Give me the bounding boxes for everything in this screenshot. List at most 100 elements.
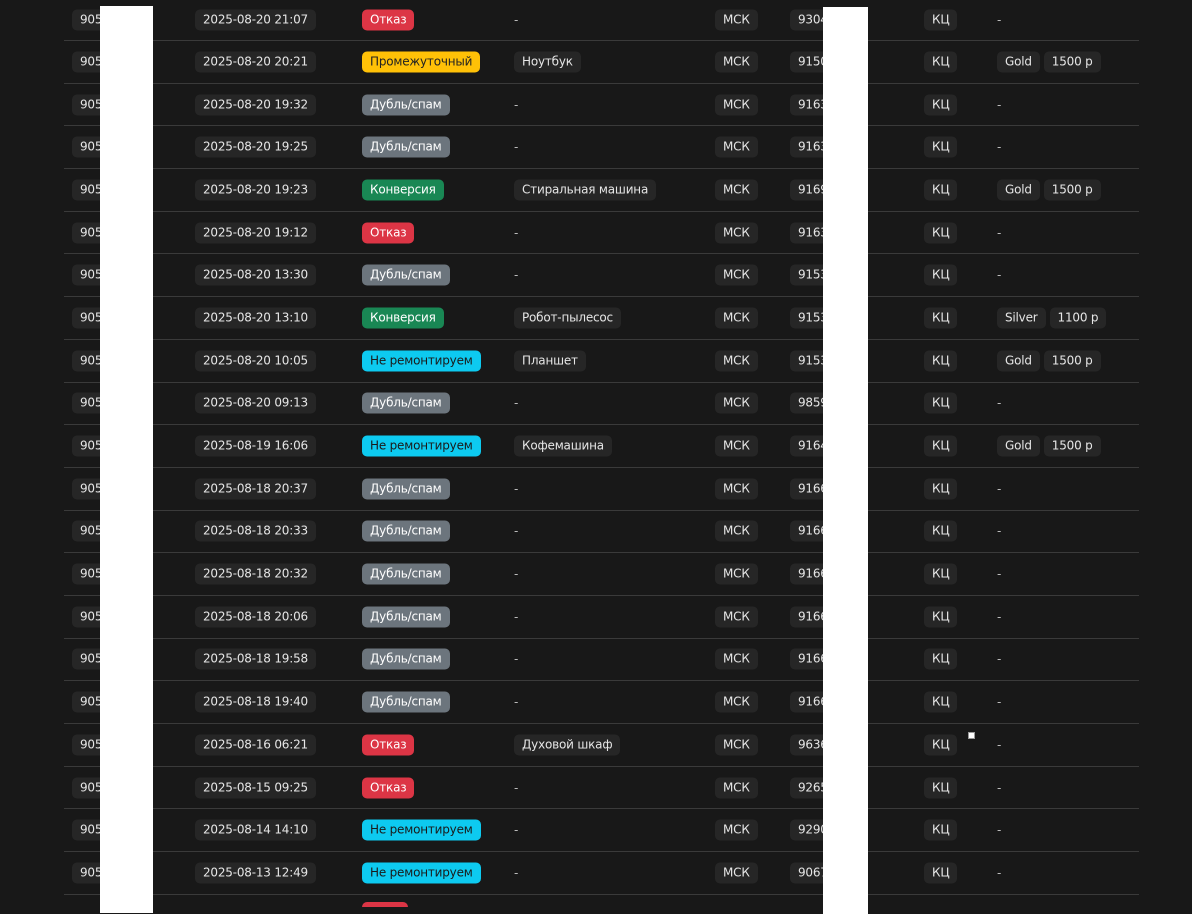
tariff-price: 1500 р: [1043, 51, 1101, 73]
tariff-empty: -: [997, 865, 1002, 880]
source-cell: КЦ: [924, 51, 958, 73]
status-cell: Дубль/спам: [362, 563, 450, 585]
table-row[interactable]: 905 2025-08-20 09:13 Дубль/спам - МСК 9859 КЦ -: [64, 383, 1139, 426]
tariff-price: 1100 р: [1049, 307, 1107, 329]
tariff-badge: Gold: [997, 435, 1040, 457]
tariff-empty: -: [997, 97, 1002, 112]
table-row[interactable]: 905 2025-08-20 13:30 Дубль/спам - МСК 9153 КЦ -: [64, 254, 1139, 298]
device-empty: -: [514, 609, 519, 624]
tariff-cell: Gold 1500 р: [997, 435, 1101, 457]
city-cell: МСК: [715, 819, 758, 841]
table-row[interactable]: 905 2025-08-18 20:37 Дубль/спам - МСК 9166 КЦ -: [64, 468, 1139, 511]
status-cell: Не ремонтируем: [362, 862, 481, 884]
date-cell: 2025-08-20 19:25: [195, 136, 316, 158]
table-row[interactable]: 905 2025-08-20 19:25 Дубль/спам - МСК 9163 КЦ -: [64, 126, 1139, 170]
source-cell: КЦ: [924, 563, 958, 585]
date-cell: 2025-08-18 20:37: [195, 478, 316, 500]
status-badge[interactable]: Не ремонтируем: [362, 819, 481, 841]
device-empty: -: [514, 97, 519, 112]
status-badge[interactable]: Дубль/спам: [362, 520, 450, 542]
device-empty: -: [514, 225, 519, 240]
table-row[interactable]: 905 2025-08-19 16:06 Не ремонтируем Кофемаш…: [64, 425, 1139, 468]
tariff-cell: Gold 1500 р: [997, 51, 1101, 73]
status-badge[interactable]: Отказ: [362, 734, 415, 756]
tariff-badge: Gold: [997, 179, 1040, 201]
table-row[interactable]: 905 2025-08-18 20:32 Дубль/спам - МСК 9166 КЦ -: [64, 553, 1139, 596]
status-badge[interactable]: Отказ: [362, 222, 415, 244]
tariff-badge: Gold: [997, 350, 1040, 372]
city-cell: МСК: [715, 435, 758, 457]
source-cell: КЦ: [924, 819, 958, 841]
lead-date: 2025-08-19 16:06: [195, 435, 316, 457]
lead-date: 2025-08-20 19:12: [195, 222, 316, 244]
table-row[interactable]: 905 2025-08-20 20:21 Промежуточный Ноутбук М…: [64, 41, 1139, 84]
lead-date: 2025-08-20 13:10: [195, 307, 316, 329]
city-badge: МСК: [715, 435, 758, 457]
city-badge: МСК: [715, 392, 758, 414]
date-cell: 2025-08-15 09:25: [195, 777, 316, 799]
city-badge: МСК: [715, 862, 758, 884]
table-row[interactable]: 905 2025-08-20 21:07 Отказ - МСК 9304 КЦ -: [64, 0, 1139, 41]
date-cell: 2025-08-20 20:21: [195, 51, 316, 73]
status-cell: Отказ: [362, 777, 415, 799]
city-cell: МСК: [715, 520, 758, 542]
source-cell: КЦ: [924, 264, 958, 286]
source-cell: КЦ: [924, 94, 958, 116]
device-empty: -: [514, 567, 519, 582]
status-badge[interactable]: Дубль/спам: [362, 648, 450, 670]
table-row[interactable]: 905 2025-08-14 14:10 Не ремонтируем - МСК 929…: [64, 809, 1139, 853]
status-badge[interactable]: Дубль/спам: [362, 264, 450, 286]
status-badge[interactable]: Дубль/спам: [362, 563, 450, 585]
lead-date: 2025-08-20 09:13: [195, 392, 316, 414]
status-badge[interactable]: Дубль/спам: [362, 478, 450, 500]
device-cell: Стиральная машина: [514, 179, 657, 201]
date-cell: 2025-08-16 06:21: [195, 734, 316, 756]
status-badge[interactable]: Конверсия: [362, 179, 444, 201]
status-cell: Не ремонтируем: [362, 350, 481, 372]
table-row[interactable]: 905 2025-08-20 13:10 Конверсия Робот-пылесо…: [64, 297, 1139, 340]
device-name: Планшет: [514, 350, 586, 372]
table-row[interactable]: 905 2025-08-18 19:40 Дубль/спам - МСК 9166 КЦ -: [64, 681, 1139, 724]
status-badge[interactable]: Не ремонтируем: [362, 350, 481, 372]
status-badge[interactable]: Не ремонтируем: [362, 435, 481, 457]
cursor-marker-icon: [968, 732, 975, 739]
table-row[interactable]: 905 2025-08-20 19:12 Отказ - МСК 9163 КЦ -: [64, 212, 1139, 255]
status-badge[interactable]: Промежуточный: [362, 51, 481, 73]
city-cell: МСК: [715, 350, 758, 372]
status-cell: Дубль/спам: [362, 136, 450, 158]
table-row[interactable]: 905 2025-08-18 19:58 Дубль/спам - МСК 9166 КЦ -: [64, 639, 1139, 682]
table-row[interactable]: 905 2025-08-16 06:21 Отказ Духовой шкаф МСК 9…: [64, 724, 1139, 767]
status-badge[interactable]: Дубль/спам: [362, 606, 450, 628]
date-cell: 2025-08-18 20:32: [195, 563, 316, 585]
source-cell: КЦ: [924, 136, 958, 158]
table-row[interactable]: 905 2025-08-13 12:49 Не ремонтируем - МСК 906…: [64, 852, 1139, 895]
device-empty: -: [514, 396, 519, 411]
table-row[interactable]: 905 2025-08-20 19:32 Дубль/спам - МСК 9163 КЦ -: [64, 84, 1139, 127]
status-badge[interactable]: Дубль/спам: [362, 94, 450, 116]
source-badge: КЦ: [924, 862, 958, 884]
table-row[interactable]: 905 2025-08-18 20:33 Дубль/спам - МСК 9166 КЦ -: [64, 511, 1139, 554]
status-cell: Дубль/спам: [362, 94, 450, 116]
source-cell: КЦ: [924, 520, 958, 542]
status-badge[interactable]: Отказ: [362, 777, 415, 799]
lead-date: 2025-08-18 20:06: [195, 606, 316, 628]
status-badge[interactable]: Отказ: [362, 9, 415, 31]
table-row[interactable]: 905 2025-08-15 09:25 Отказ - МСК 9265 КЦ -: [64, 767, 1139, 810]
status-badge[interactable]: Дубль/спам: [362, 691, 450, 713]
table-row[interactable]: 905 2025-08-20 19:23 Конверсия Стиральная м…: [64, 169, 1139, 212]
city-badge: МСК: [715, 307, 758, 329]
lead-date: 2025-08-14 14:10: [195, 819, 316, 841]
city-cell: МСК: [715, 94, 758, 116]
lead-date: 2025-08-20 10:05: [195, 350, 316, 372]
status-badge[interactable]: Дубль/спам: [362, 136, 450, 158]
table-row[interactable]: 905 2025-08-20 10:05 Не ремонтируем Планшет…: [64, 340, 1139, 383]
status-cell: Конверсия: [362, 179, 444, 201]
status-badge[interactable]: Не ремонтируем: [362, 862, 481, 884]
status-cell: Дубль/спам: [362, 478, 450, 500]
source-cell: КЦ: [924, 179, 958, 201]
table-row[interactable]: 905 2025-08-18 20:06 Дубль/спам - МСК 9166 КЦ -: [64, 596, 1139, 639]
city-badge: МСК: [715, 350, 758, 372]
status-badge[interactable]: Дубль/спам: [362, 392, 450, 414]
device-empty: -: [514, 140, 519, 155]
status-badge[interactable]: Конверсия: [362, 307, 444, 329]
